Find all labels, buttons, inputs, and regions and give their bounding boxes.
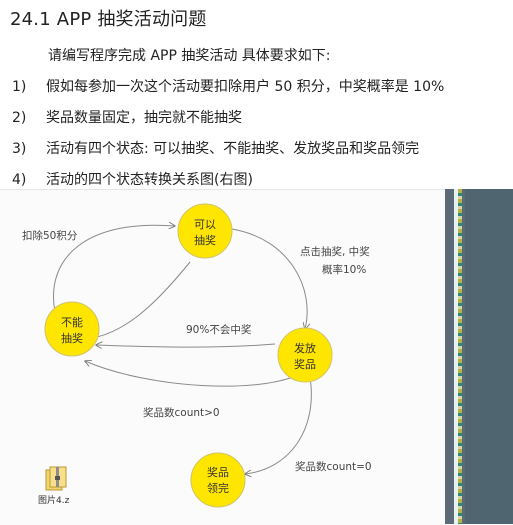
intro-text: 请编写程序完成 APP 抽奖活动 具体要求如下:	[48, 48, 331, 64]
label-no-win: 90%不会中奖	[186, 323, 252, 336]
state-dispense: 发放 奖品	[277, 327, 333, 383]
requirement-item-2: 2) 奖品数量固定，抽完就不能抽奖	[12, 107, 242, 127]
requirement-item-3: 3) 活动有四个状态: 可以抽奖、不能抽奖、发放奖品和奖品领完	[12, 138, 419, 158]
connector-can-to-cannot	[96, 261, 191, 338]
requirement-text: 假如每参加一次这个活动要扣除用户 50 积分，中奖概率是 10%	[46, 79, 445, 95]
requirement-item-4: 4) 活动的四个状态转换关系图(右图)	[12, 169, 253, 189]
slide-edge-decoration	[445, 189, 513, 524]
arrow-count-positive	[85, 361, 301, 387]
strip-pattern	[458, 189, 462, 524]
state-label-line1: 发放	[294, 341, 316, 355]
requirement-text: 奖品数量固定，抽完就不能抽奖	[46, 110, 242, 126]
requirement-number: 4)	[12, 172, 27, 188]
state-label-line1: 不能	[61, 315, 83, 329]
archive-file-icon[interactable]	[42, 464, 72, 492]
state-label-line1: 奖品	[207, 465, 229, 479]
attachment-filename[interactable]: 图片4.z	[38, 493, 69, 506]
requirement-item-1: 1) 假如每参加一次这个活动要扣除用户 50 积分，中奖概率是 10%	[12, 76, 444, 96]
arrow-click-draw	[231, 228, 307, 329]
requirement-number: 1)	[12, 79, 27, 95]
requirement-text: 活动有四个状态: 可以抽奖、不能抽奖、发放奖品和奖品领完	[46, 141, 420, 157]
requirement-number: 2)	[12, 110, 27, 126]
state-label-line2: 抽奖	[194, 233, 216, 247]
state-exhausted: 奖品 领完	[190, 452, 246, 508]
state-circle	[277, 327, 333, 383]
state-label-line2: 领完	[207, 481, 229, 495]
strip-dark	[465, 189, 513, 524]
state-label-line2: 抽奖	[61, 331, 83, 345]
state-label-line1: 可以	[194, 218, 216, 231]
state-label-line2: 奖品	[294, 357, 316, 371]
state-circle	[44, 301, 100, 357]
requirement-text: 活动的四个状态转换关系图(右图)	[46, 172, 253, 188]
archive-icon-graphic	[45, 466, 67, 491]
state-cannot-draw: 不能 抽奖	[44, 301, 100, 357]
requirement-number: 3)	[12, 141, 27, 157]
state-circle	[177, 203, 233, 259]
document-title: 24.1 APP 抽奖活动问题	[10, 9, 207, 30]
state-can-draw: 可以 抽奖	[177, 203, 233, 259]
label-click-draw-2: 概率10%	[322, 263, 366, 276]
state-circle	[190, 452, 246, 508]
label-click-draw-1: 点击抽奖, 中奖	[300, 245, 370, 258]
arrow-no-win	[96, 344, 276, 347]
label-count-zero: 奖品数count=0	[295, 460, 372, 473]
label-count-positive: 奖品数count>0	[143, 406, 220, 419]
label-deduct: 扣除50积分	[22, 229, 78, 242]
arrow-count-zero	[245, 376, 312, 474]
